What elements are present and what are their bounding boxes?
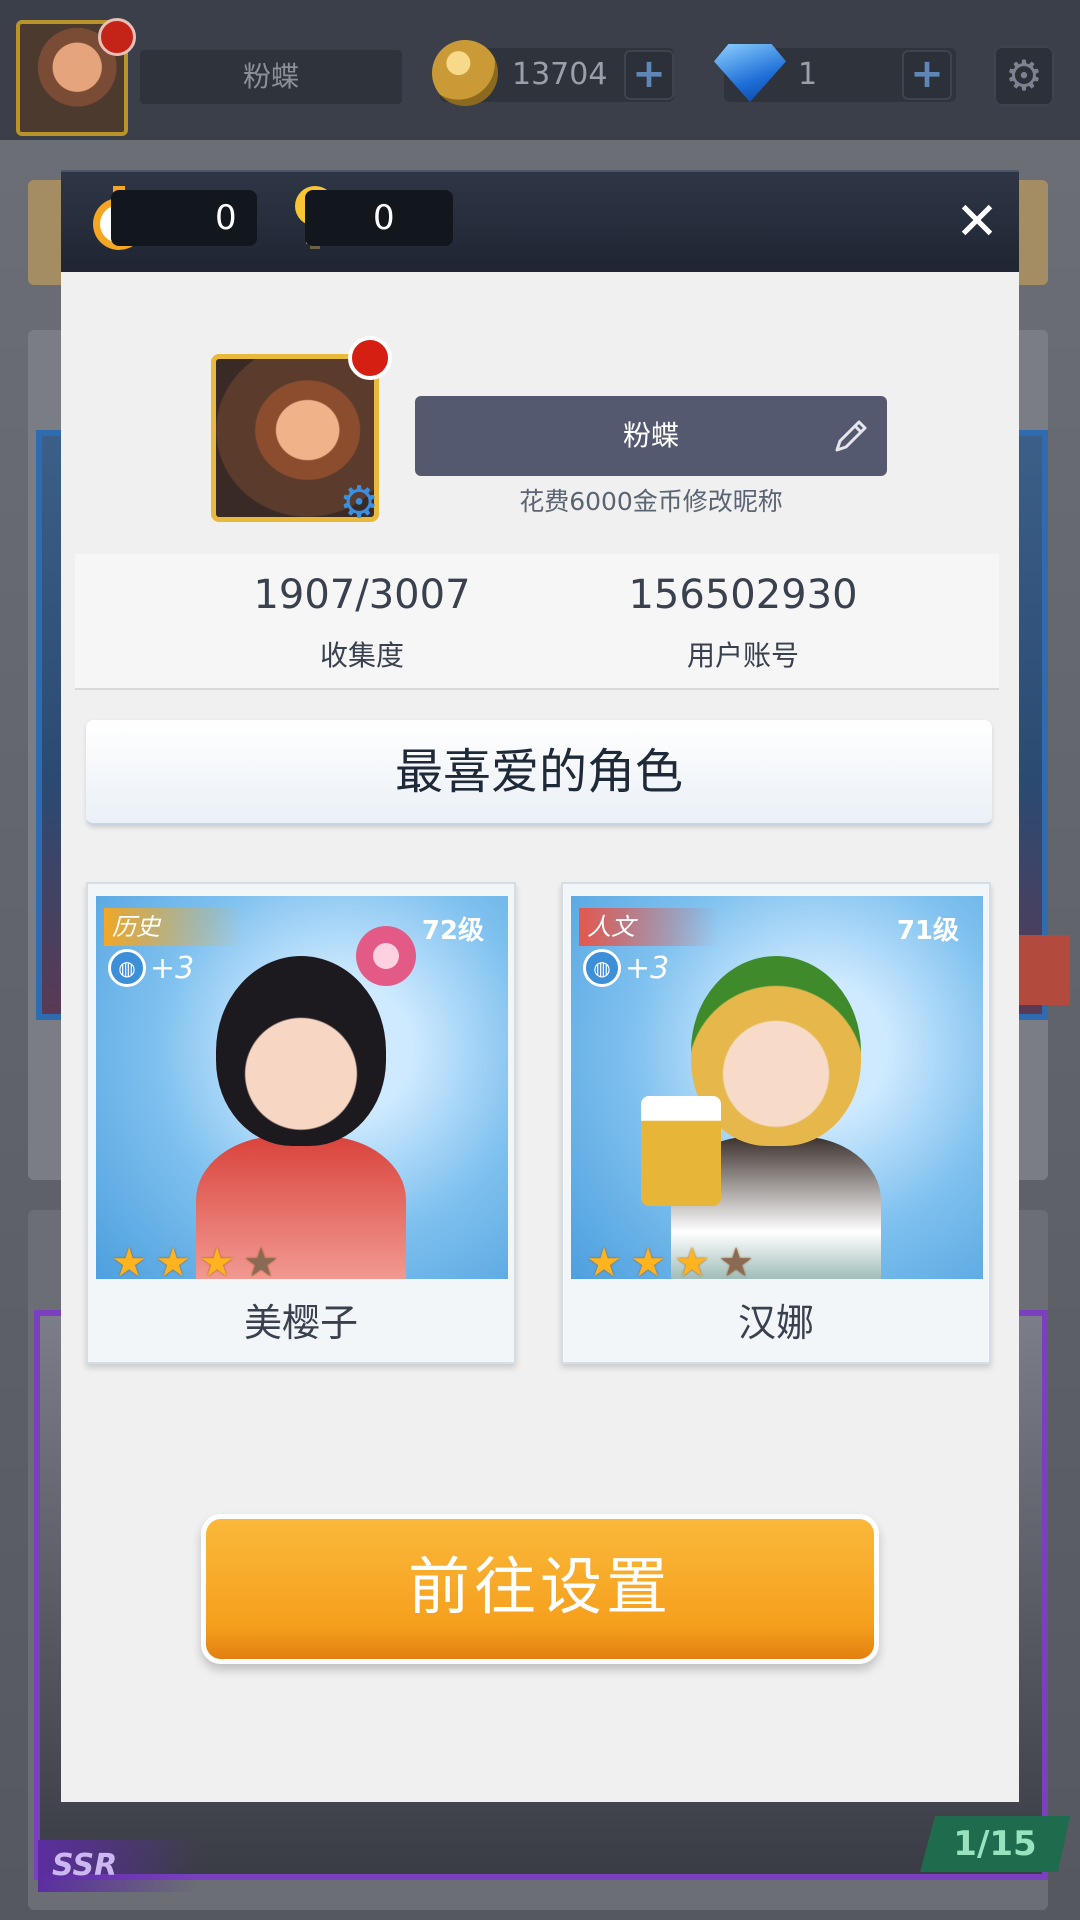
coin-value: 13704 (512, 57, 608, 92)
favorite-characters-title: 最喜爱的角色 (86, 720, 992, 826)
category-tag: 人文 (579, 908, 719, 946)
star-empty-icon: ★ (243, 1240, 279, 1279)
character-portrait: 历史 72级 ◍ +3 ★ ★ ★ ★ (96, 896, 508, 1279)
close-icon: ✕ (955, 192, 999, 252)
user-id-label: 用户账号 (686, 639, 799, 672)
page-counter: 1/15 (920, 1816, 1070, 1872)
stopwatch-count: 0 (111, 190, 257, 246)
pencil-icon[interactable] (829, 414, 873, 458)
character-portrait: 人文 71级 ◍ +3 ★ ★ ★ ★ (571, 896, 983, 1279)
level-label: 72级 (421, 916, 484, 946)
character-card[interactable]: 人文 71级 ◍ +3 ★ ★ ★ ★ 汉娜 (561, 882, 991, 1364)
star-icon: ★ (199, 1240, 235, 1279)
coin-icon (432, 40, 498, 106)
hint-count: 0 (305, 190, 453, 246)
bonus-value: +3 (150, 950, 195, 986)
add-coins-button[interactable]: + (624, 50, 674, 100)
background-tab (1010, 935, 1070, 1005)
character-name: 汉娜 (737, 1301, 814, 1345)
star-rating: ★ ★ ★ ★ (108, 1242, 282, 1279)
modal-header: 0 0 ✕ (61, 170, 1019, 272)
category-tag: 历史 (104, 908, 244, 946)
notification-dot (348, 336, 392, 380)
star-icon: ★ (586, 1240, 622, 1279)
star-icon: ★ (630, 1240, 666, 1279)
nickname-field[interactable]: 粉蝶 (415, 396, 887, 476)
top-hud: 粉蝶 13704 + 1 + ⚙ (0, 0, 1080, 140)
rename-cost-hint: 花费6000金币修改昵称 (519, 487, 783, 516)
rarity-tag: SSR (38, 1840, 198, 1892)
star-icon: ★ (111, 1240, 147, 1279)
bonus-indicator: ◍ +3 (108, 948, 194, 988)
character-name: 美樱子 (243, 1301, 358, 1345)
notification-dot (98, 18, 136, 56)
collection-value: 1907/3007 (253, 572, 471, 618)
bonus-icon: ◍ (108, 949, 146, 987)
character-card[interactable]: 历史 72级 ◍ +3 ★ ★ ★ ★ 美樱子 (86, 882, 516, 1364)
stats-panel: 1907/3007 收集度 156502930 用户账号 (75, 554, 999, 690)
flower-icon (356, 926, 416, 986)
star-rating: ★ ★ ★ ★ (583, 1242, 757, 1279)
hud-player-name: 粉蝶 (140, 50, 402, 104)
gem-value: 1 (798, 57, 818, 92)
star-icon: ★ (674, 1240, 710, 1279)
beer-mug-icon (641, 1096, 721, 1206)
character-figure (216, 956, 386, 1146)
close-button[interactable]: ✕ (949, 194, 1005, 250)
star-icon: ★ (155, 1240, 191, 1279)
bonus-icon: ◍ (583, 949, 621, 987)
collection-label: 收集度 (319, 639, 404, 672)
star-empty-icon: ★ (718, 1240, 754, 1279)
level-label: 71级 (896, 916, 959, 946)
go-to-settings-button[interactable]: 前往设置 (201, 1514, 879, 1664)
bonus-value: +3 (625, 950, 670, 986)
bonus-indicator: ◍ +3 (583, 948, 669, 988)
add-gems-button[interactable]: + (902, 50, 952, 100)
avatar-settings-gear-icon[interactable]: ⚙ (336, 480, 382, 526)
settings-button[interactable]: ⚙ (994, 46, 1054, 106)
gear-icon: ⚙ (1005, 51, 1043, 100)
user-id-value: 156502930 (628, 572, 858, 618)
profile-modal: 0 0 ✕ ⚙ 粉蝶 花费6000金币修改昵称 1907/3007 收集度 15… (61, 170, 1019, 1802)
